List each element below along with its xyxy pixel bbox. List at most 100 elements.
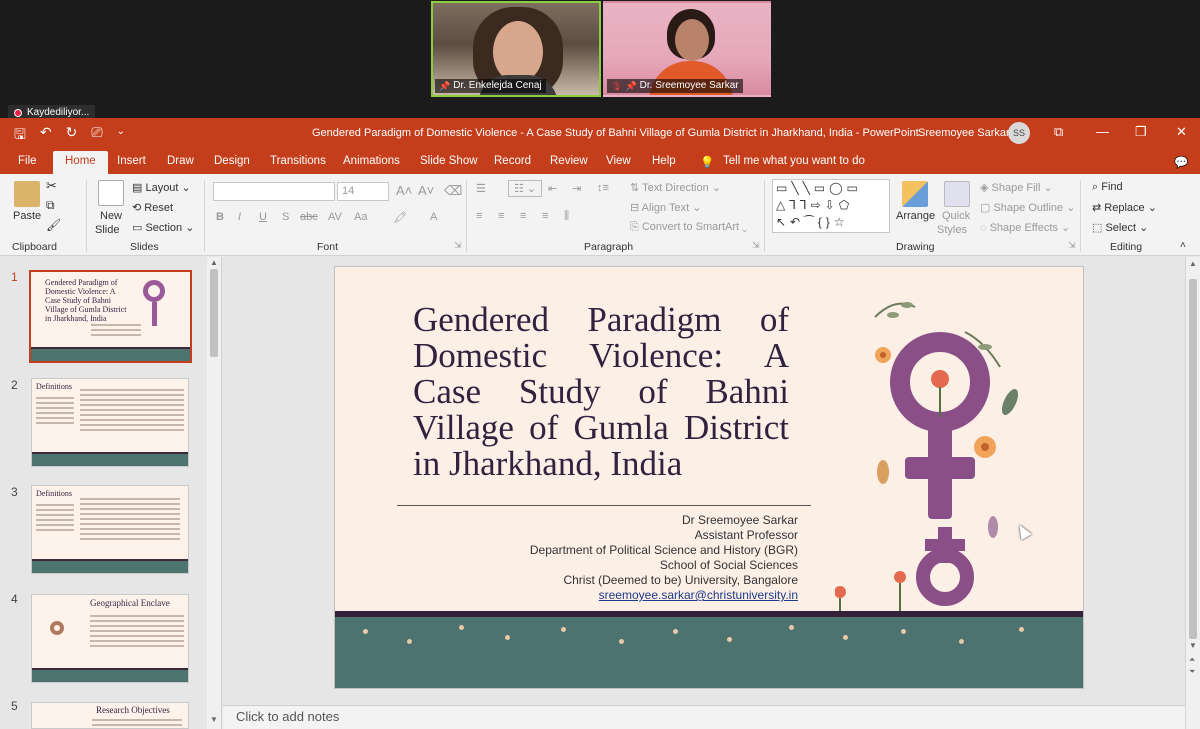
bold-icon[interactable]: B [216,211,224,223]
close-icon[interactable]: ✕ [1176,124,1187,140]
tab-design[interactable]: Design [214,155,250,167]
participant-video-1[interactable]: 📌 Dr. Enkelejda Cenaj [431,1,601,97]
align-left-icon[interactable]: ≡ [476,210,482,222]
tab-record[interactable]: Record [494,155,531,167]
paragraph-dialog-launcher-icon[interactable]: ⇲ [752,240,760,251]
align-right-icon[interactable]: ≡ [520,210,526,222]
tab-file[interactable]: File [18,155,37,167]
shape-effects-button[interactable]: ◌ Shape Effects ⌄ [980,221,1070,234]
convert-smartart-button[interactable]: ⎘ Convert to SmartArt ⌄ [630,221,747,234]
tell-me-search[interactable]: Tell me what you want to do [723,155,865,167]
scroll-up-icon[interactable]: ▲ [1189,259,1197,268]
restore-icon[interactable]: ❐ [1135,124,1147,140]
avatar[interactable]: SS [1008,122,1030,144]
copy-icon[interactable]: ⧉ [46,198,55,213]
customize-qat-icon[interactable]: ⌄ [117,126,125,148]
undo-icon[interactable]: ↶ [40,124,52,148]
tab-view[interactable]: View [606,155,631,167]
minimize-icon[interactable]: — [1096,124,1109,139]
quick-styles-icon[interactable] [944,181,970,207]
font-dialog-launcher-icon[interactable]: ⇲ [454,240,462,251]
slide-thumbnail-1[interactable]: Gendered Paradigm of Domestic Violence: … [29,270,192,363]
new-slide-icon[interactable] [98,180,124,206]
tab-insert[interactable]: Insert [117,155,146,167]
bullets-icon[interactable]: ☰ [476,182,486,195]
quick-styles-button[interactable]: Quick [942,210,970,222]
drawing-dialog-launcher-icon[interactable]: ⇲ [1068,240,1076,251]
shapes-gallery[interactable]: ▭╲╲▭◯▭ △⅂⅂⇨⇩⬠ ↖↶⁀{}☆ [772,179,890,233]
reset-button[interactable]: ⟲ Reset [132,201,173,214]
strikethrough-icon[interactable]: abc [300,211,318,223]
slide-title[interactable]: Gendered Paradigm of Domestic Violence: … [413,302,789,482]
slide-thumbnail-2[interactable]: Definitions [31,378,189,467]
find-button[interactable]: ⌕ Find [1092,181,1123,194]
thumbnail-scrollbar[interactable]: ▲ ▼ [207,257,221,729]
paste-icon[interactable] [14,181,40,207]
next-slide-icon[interactable]: ⏷ [1189,667,1195,677]
font-color-icon[interactable]: A [430,211,437,223]
decrease-indent-icon[interactable]: ⇤ [548,182,557,195]
layout-button[interactable]: ▤ Layout ⌄ [132,181,191,194]
align-center-icon[interactable]: ≡ [498,210,504,222]
previous-slide-icon[interactable]: ⏶ [1189,655,1195,665]
tab-animations[interactable]: Animations [343,155,400,167]
increase-font-icon[interactable]: A˄ [396,183,412,198]
slide-thumbnail-5[interactable]: Research Objectives [31,702,189,729]
paste-button[interactable]: Paste [13,210,41,222]
author-email[interactable]: sreemoyee.sarkar@christuniversity.in [438,588,798,603]
columns-icon[interactable]: ⫼ [564,210,569,223]
new-slide-button-line2[interactable]: Slide [95,224,119,236]
replace-button[interactable]: ⇄ Replace ⌄ [1092,201,1157,214]
decrease-font-icon[interactable]: A˅ [418,183,434,198]
numbering-icon[interactable]: ☷ ⌄ [508,180,543,197]
tab-review[interactable]: Review [550,155,588,167]
slide-subtitle[interactable]: Dr Sreemoyee Sarkar Assistant Professor … [438,513,798,603]
underline-icon[interactable]: U [259,211,267,223]
slide-thumbnail-4[interactable]: Geographical Enclave [31,594,189,683]
line-spacing-icon[interactable]: ↕≡ [597,182,609,194]
tab-transitions[interactable]: Transitions [270,155,326,167]
align-text-button[interactable]: ⊟ Align Text ⌄ [630,201,701,214]
tab-draw[interactable]: Draw [167,155,194,167]
select-button[interactable]: ⬚ Select ⌄ [1092,221,1148,234]
tab-slide-show[interactable]: Slide Show [420,155,478,167]
change-case-icon[interactable]: Aa [354,211,367,223]
scroll-up-icon[interactable]: ▲ [210,258,218,267]
quick-styles-button-line2[interactable]: Styles [937,224,967,236]
font-size-field[interactable]: 14 [337,182,389,201]
tab-help[interactable]: Help [652,155,676,167]
tab-home[interactable]: Home [53,151,108,174]
arrange-button[interactable]: Arrange [896,210,935,222]
italic-icon[interactable]: I [238,211,241,223]
present-icon[interactable]: ⎚ [91,124,102,148]
text-direction-button[interactable]: ⇅ Text Direction ⌄ [630,181,721,194]
font-name-field[interactable] [213,182,335,201]
format-painter-icon[interactable]: 🖌 [46,218,61,232]
clear-formatting-icon[interactable]: ⌫ [444,183,462,199]
character-spacing-icon[interactable]: AV [328,211,342,223]
justify-icon[interactable]: ≡ [542,210,548,222]
slide-scrollbar[interactable]: ▲ ▼ ⏶ ⏷ [1185,257,1200,729]
ribbon-display-icon[interactable]: ⧉ [1054,124,1063,140]
participant-video-2[interactable]: 🎙 📌 Dr. Sreemoyee Sarkar [603,1,771,97]
shape-outline-button[interactable]: ▢ Shape Outline ⌄ [980,201,1075,214]
collapse-ribbon-icon[interactable]: ˄ [1180,240,1186,251]
highlight-icon[interactable]: 🖍 [393,211,407,224]
shape-fill-button[interactable]: ◈ Shape Fill ⌄ [980,181,1053,194]
scrollbar-thumb[interactable] [1189,279,1197,639]
increase-indent-icon[interactable]: ⇥ [572,182,581,195]
shadow-icon[interactable]: S [282,211,289,223]
section-button[interactable]: ▭ Section ⌄ [132,221,194,234]
notes-pane[interactable]: Click to add notes [223,705,1185,729]
scroll-down-icon[interactable]: ▼ [210,715,218,724]
cut-icon[interactable]: ✂ [46,178,57,194]
scrollbar-thumb[interactable] [210,269,218,357]
current-slide[interactable]: Gendered Paradigm of Domestic Violence: … [334,266,1084,689]
new-slide-button[interactable]: New [100,210,122,222]
scroll-down-icon[interactable]: ▼ [1189,641,1197,650]
comments-icon[interactable]: 💬 [1174,155,1188,169]
save-icon[interactable]: 🖫 [14,124,26,148]
arrange-icon[interactable] [902,181,928,207]
user-name[interactable]: Sreemoyee Sarkar [918,127,1010,139]
redo-icon[interactable]: ↻ [66,124,78,148]
